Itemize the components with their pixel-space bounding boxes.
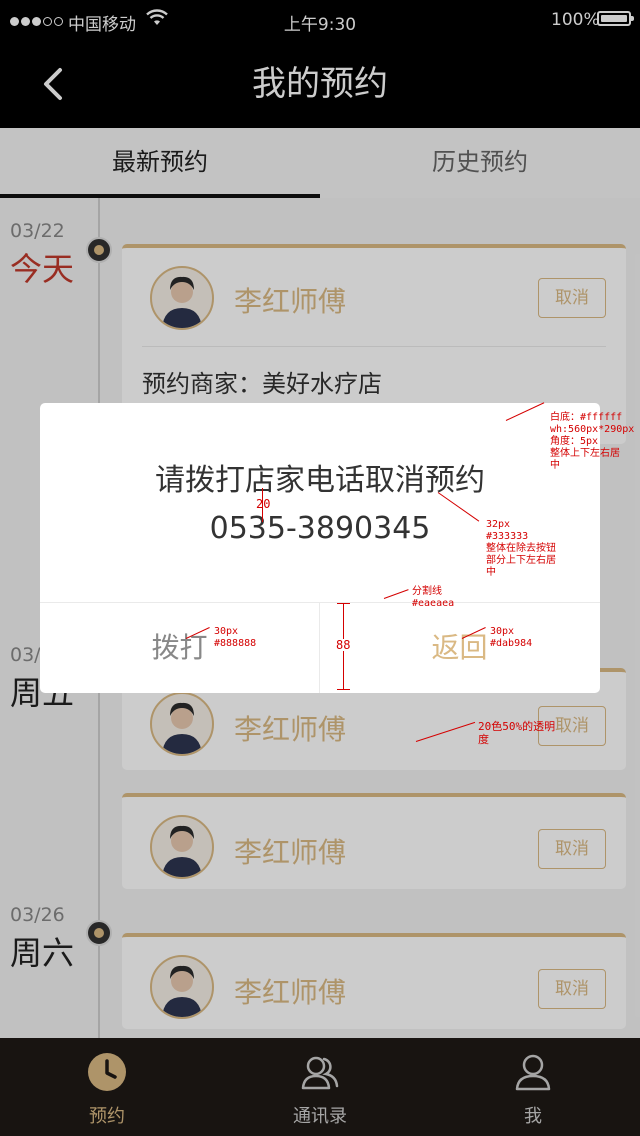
annotation-gap-marker bbox=[262, 488, 264, 522]
annotation-divider-spec: 分割线 #eaeaea bbox=[412, 586, 455, 609]
annotation-call-spec: 30px #888888 bbox=[214, 626, 257, 649]
annotation-button-height: 88 bbox=[336, 638, 351, 652]
annotation-height-cap bbox=[337, 603, 350, 604]
dialog-message: 请拨打店家电话取消预约 bbox=[155, 463, 485, 498]
annotation-back-spec: 30px #dab984 bbox=[490, 626, 533, 649]
annotation-dialog-spec: 白底：#ffffff wh:560px*290px 角度：5px 整体上下左右居… bbox=[550, 412, 635, 471]
annotation-mask-spec: 20色50%的透明 度 bbox=[478, 720, 556, 746]
annotation-height-cap bbox=[337, 689, 350, 690]
call-button[interactable]: 拨打 bbox=[40, 603, 319, 693]
annotation-text-spec: 32px #333333 整体在除去按钮 部分上下左右居 中 bbox=[486, 519, 556, 578]
return-button[interactable]: 返回 bbox=[320, 603, 599, 693]
